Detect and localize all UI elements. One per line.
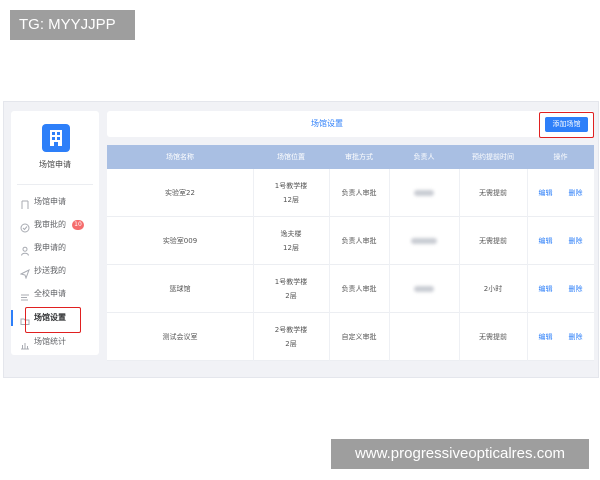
cell-actions: 编辑 删除 — [527, 169, 594, 217]
edit-link[interactable]: 编辑 — [539, 234, 553, 248]
cell-location: 2号教学楼 2层 — [274, 326, 308, 348]
cell-name: 篮球馆 — [169, 285, 191, 293]
table-row: 测试会议室 2号教学楼 2层 自定义审批 无需提前 编辑 删除 — [107, 313, 594, 361]
brand: 场馆申请 — [11, 111, 99, 179]
cell-advance: 无需提前 — [479, 333, 507, 341]
brand-label: 场馆申请 — [39, 160, 71, 169]
delete-link[interactable]: 删除 — [569, 186, 583, 200]
sidebar: 场馆申请 场馆申请 我审批的 10 我申请的 抄送我的 全校申请 场馆设置 场馆… — [11, 111, 99, 355]
cell-location: 逸夫楼 12层 — [280, 230, 302, 252]
cell-name: 测试会议室 — [162, 333, 198, 341]
sidebar-item-venue-apply[interactable]: 场馆申请 — [11, 191, 99, 213]
cell-actions: 编辑 删除 — [527, 265, 594, 313]
column-header-location: 场馆位置 — [277, 153, 305, 161]
cell-approval: 负责人审批 — [341, 237, 377, 245]
sidebar-item-label: 抄送我的 — [34, 266, 66, 275]
cell-approval: 自定义审批 — [341, 333, 377, 341]
sidebar-item-label: 场馆统计 — [34, 337, 66, 346]
highlight-box-settings — [25, 307, 81, 333]
cell-owner — [389, 313, 459, 361]
watermark-top: TG: MYYJJPP — [10, 10, 135, 40]
check-circle-icon — [20, 220, 30, 233]
table-row: 实验室009 逸夫楼 12层 负责人审批 无需提前 编辑 删除 — [107, 217, 594, 265]
column-header-name: 场馆名称 — [166, 153, 194, 161]
building-icon — [42, 124, 70, 152]
cell-location: 1号教学楼 2层 — [274, 278, 308, 300]
table-row: 实验室22 1号教学楼 12层 负责人审批 无需提前 编辑 删除 — [107, 169, 594, 217]
user-icon — [20, 243, 30, 256]
edit-link[interactable]: 编辑 — [539, 330, 553, 344]
cell-name: 实验室22 — [165, 189, 195, 197]
app-window: 场馆申请 场馆申请 我审批的 10 我申请的 抄送我的 全校申请 场馆设置 场馆… — [3, 101, 599, 378]
cell-approval: 负责人审批 — [341, 189, 377, 197]
cell-owner-redacted — [389, 169, 459, 217]
sidebar-item-my-approvals[interactable]: 我审批的 10 — [11, 214, 99, 236]
cell-owner-redacted — [389, 217, 459, 265]
cell-advance: 2小时 — [483, 285, 503, 293]
chart-icon — [20, 337, 30, 350]
delete-link[interactable]: 删除 — [569, 234, 583, 248]
watermark-bottom: www.progressiveopticalres.com — [331, 439, 589, 469]
sidebar-item-all-school[interactable]: 全校申请 — [11, 283, 99, 305]
sidebar-item-my-applications[interactable]: 我申请的 — [11, 237, 99, 259]
column-header-advance: 预约提前时间 — [472, 153, 514, 161]
header-bar: 场馆设置 添加场馆 — [107, 111, 594, 138]
bracket-icon — [20, 197, 30, 209]
page-title: 场馆设置 — [311, 119, 343, 128]
column-header-approval: 审批方式 — [345, 153, 373, 161]
delete-link[interactable]: 删除 — [569, 330, 583, 344]
sidebar-divider — [17, 184, 93, 185]
edit-link[interactable]: 编辑 — [539, 186, 553, 200]
send-icon — [19, 266, 30, 280]
edit-link[interactable]: 编辑 — [539, 282, 553, 296]
cell-actions: 编辑 删除 — [527, 217, 594, 265]
table-row: 篮球馆 1号教学楼 2层 负责人审批 2小时 编辑 删除 — [107, 265, 594, 313]
list-icon — [20, 289, 30, 301]
column-header-owner: 负责人 — [413, 153, 435, 161]
sidebar-item-label: 我申请的 — [34, 243, 66, 252]
sidebar-item-label: 场馆申请 — [34, 197, 66, 206]
highlight-box-add — [539, 112, 594, 138]
cell-advance: 无需提前 — [479, 237, 507, 245]
delete-link[interactable]: 删除 — [569, 282, 583, 296]
sidebar-item-cc-me[interactable]: 抄送我的 — [11, 260, 99, 282]
cell-name: 实验室009 — [162, 237, 198, 245]
cell-actions: 编辑 删除 — [527, 313, 594, 361]
sidebar-item-label: 全校申请 — [34, 289, 66, 298]
sidebar-item-venue-stats[interactable]: 场馆统计 — [11, 331, 99, 353]
cell-location: 1号教学楼 12层 — [274, 182, 308, 204]
table-header: 场馆名称 场馆位置 审批方式 负责人 预约提前时间 操作 — [107, 145, 594, 169]
sidebar-item-label: 我审批的 — [34, 220, 66, 229]
count-badge: 10 — [72, 220, 84, 230]
column-header-actions: 操作 — [553, 153, 568, 161]
cell-advance: 无需提前 — [479, 189, 507, 197]
cell-owner-redacted — [389, 265, 459, 313]
cell-approval: 负责人审批 — [341, 285, 377, 293]
active-indicator — [11, 310, 13, 326]
